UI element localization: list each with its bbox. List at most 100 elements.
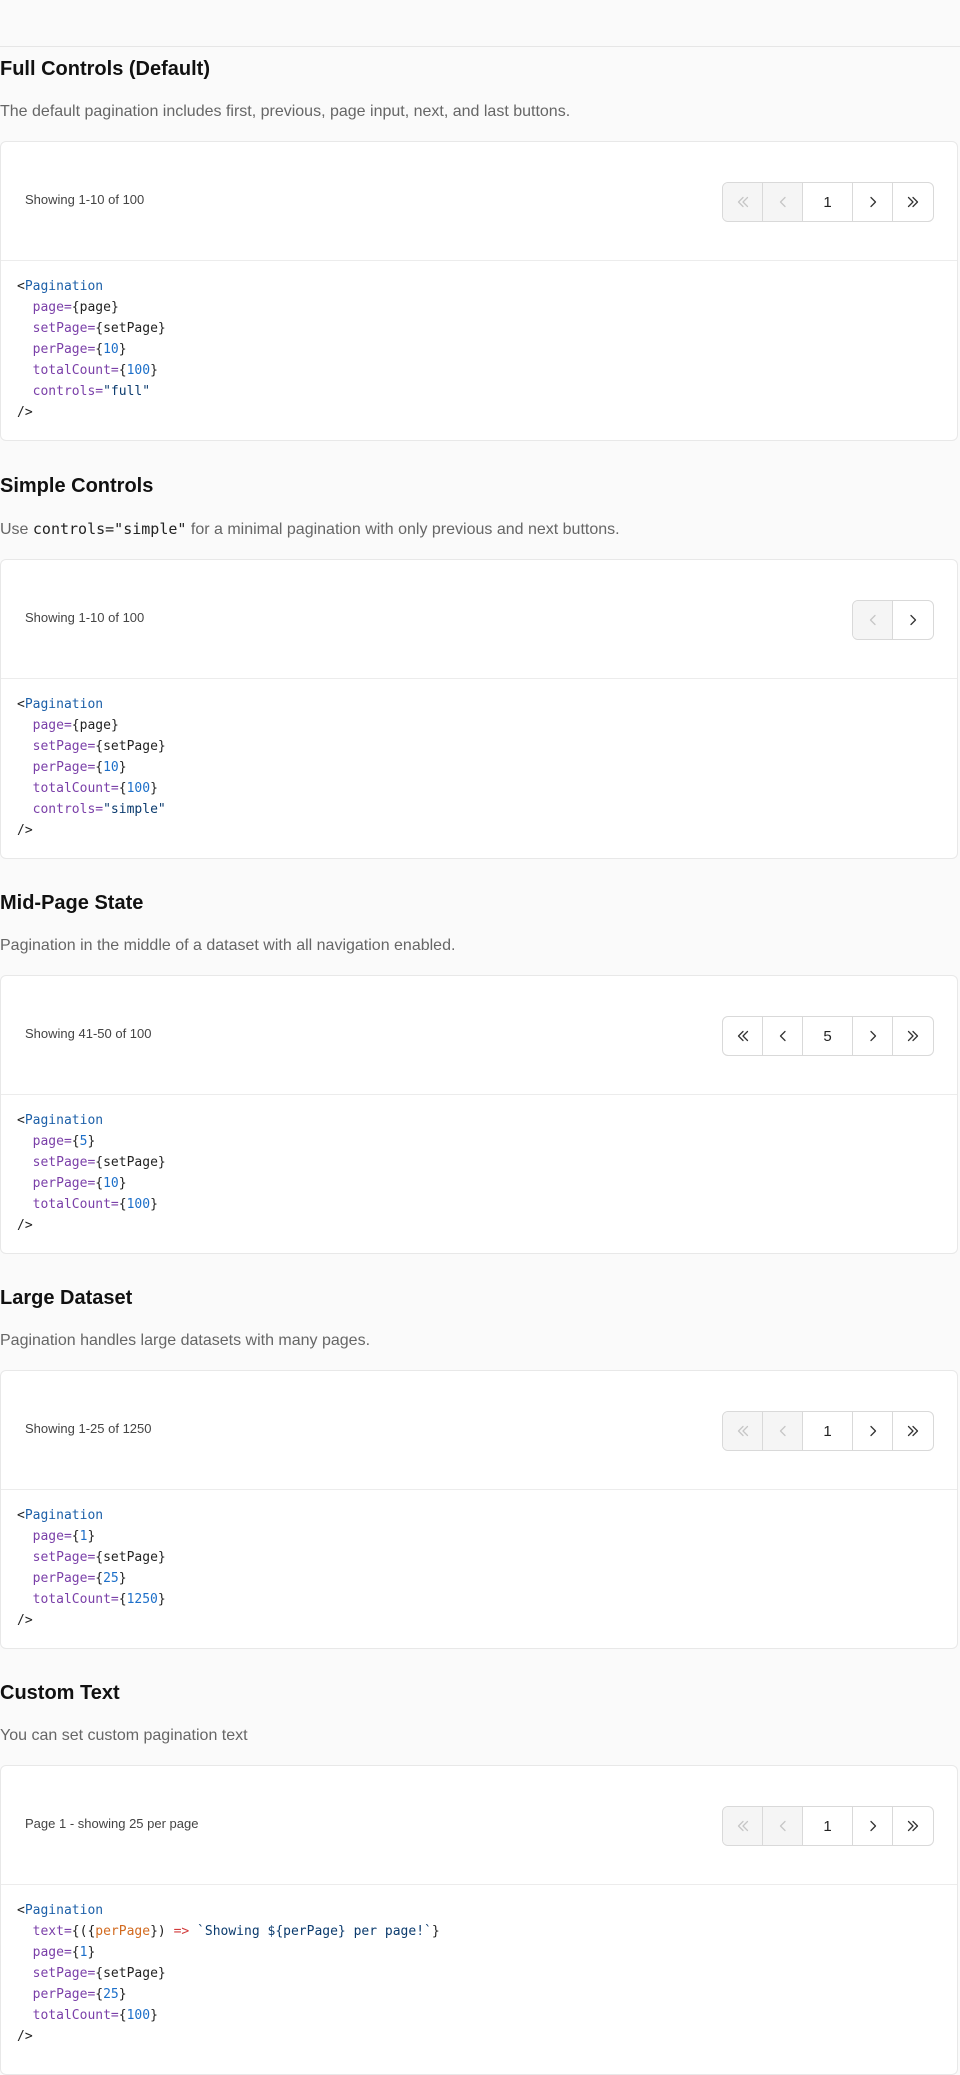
code-line: /> — [17, 823, 33, 838]
code-line: page={page} — [32, 718, 119, 733]
demo-area: Showing 41-50 of 100 5 — [1, 976, 957, 1095]
pagination-status: Showing 1-10 of 100 — [25, 610, 145, 625]
first-page-button[interactable] — [723, 183, 763, 221]
last-page-button[interactable] — [893, 183, 933, 221]
code-line: /> — [17, 405, 33, 420]
last-page-button[interactable] — [893, 1412, 933, 1450]
chevrons-right-icon — [907, 196, 919, 208]
code-line: controls="full" — [32, 384, 151, 399]
code-line: <Pagination — [17, 279, 104, 294]
code-line: /> — [17, 1613, 33, 1628]
code-line: controls="simple" — [32, 802, 166, 817]
code-line: perPage={25} — [32, 1987, 127, 2002]
code-line: <Pagination — [17, 1113, 104, 1128]
code-line: /> — [17, 2029, 33, 2044]
page-input[interactable]: 1 — [803, 1807, 853, 1845]
code-line: totalCount={100} — [32, 781, 158, 796]
chevrons-right-icon — [907, 1030, 919, 1042]
chevrons-right-icon — [907, 1425, 919, 1437]
last-page-button[interactable] — [893, 1017, 933, 1055]
demo-area: Showing 1-25 of 1250 1 — [1, 1371, 957, 1490]
section-description: You can set custom pagination text — [0, 1727, 248, 1744]
chevron-left-icon — [869, 614, 876, 626]
code-line: totalCount={100} — [32, 2008, 158, 2023]
example-card: Showing 41-50 of 100 5 <Pagination page=… — [0, 975, 958, 1254]
next-page-button[interactable] — [853, 1412, 893, 1450]
code-line: setPage={setPage} — [32, 321, 166, 336]
code-line: perPage={10} — [32, 342, 127, 357]
example-card: Page 1 - showing 25 per page 1 <Paginati… — [0, 1765, 958, 2075]
chevrons-left-icon — [737, 1425, 748, 1437]
code-snippet: <Pagination text={({perPage}) => `Showin… — [17, 1900, 440, 2047]
first-page-button[interactable] — [723, 1017, 763, 1055]
chevron-right-icon — [869, 1820, 876, 1832]
code-snippet: <Pagination page={1} setPage={setPage} p… — [17, 1505, 166, 1631]
previous-page-button[interactable] — [763, 1412, 803, 1450]
demo-area: Page 1 - showing 25 per page 1 — [1, 1766, 957, 1885]
page-input[interactable]: 1 — [803, 183, 853, 221]
code-line: totalCount={1250} — [32, 1592, 166, 1607]
example-card: Showing 1-25 of 1250 1 <Pagination page=… — [0, 1370, 958, 1649]
code-line: perPage={10} — [32, 760, 127, 775]
demo-area: Showing 1-10 of 100 1 — [1, 142, 957, 261]
section-description: The default pagination includes first, p… — [0, 103, 571, 120]
code-line: text={({perPage}) => `Showing ${perPage}… — [32, 1924, 440, 1939]
code-snippet: <Pagination page={page} setPage={setPage… — [17, 694, 166, 841]
section-title: Custom Text — [0, 1682, 120, 1704]
pagination: 5 — [722, 1016, 934, 1056]
chevron-right-icon — [869, 1425, 876, 1437]
code-line: perPage={10} — [32, 1176, 127, 1191]
example-card: Showing 1-10 of 100 <Pagination page={pa… — [0, 559, 958, 859]
pagination-status: Page 1 - showing 25 per page — [25, 1816, 199, 1831]
code-line: /> — [17, 1218, 33, 1233]
chevron-left-icon — [779, 196, 786, 208]
chevrons-left-icon — [737, 196, 748, 208]
section-description: Pagination in the middle of a dataset wi… — [0, 937, 456, 954]
chevron-right-icon — [869, 1030, 876, 1042]
code-line: <Pagination — [17, 1508, 104, 1523]
code-line: <Pagination — [17, 1903, 104, 1918]
code-snippet: <Pagination page={page} setPage={setPage… — [17, 276, 166, 423]
code-line: perPage={25} — [32, 1571, 127, 1586]
next-page-button[interactable] — [853, 183, 893, 221]
header-divider — [0, 46, 960, 47]
section-title: Mid-Page State — [0, 892, 144, 914]
code-snippet: <Pagination page={5} setPage={setPage} p… — [17, 1110, 166, 1236]
previous-page-button[interactable] — [763, 1017, 803, 1055]
code-line: <Pagination — [17, 697, 104, 712]
page-input[interactable]: 5 — [803, 1017, 853, 1055]
section-description: Use controls="simple" for a minimal pagi… — [0, 520, 620, 538]
page-input[interactable]: 1 — [803, 1412, 853, 1450]
chevrons-right-icon — [907, 1820, 919, 1832]
code-line: totalCount={100} — [32, 1197, 158, 1212]
pagination: 1 — [722, 182, 934, 222]
previous-page-button[interactable] — [853, 601, 893, 639]
code-line: totalCount={100} — [32, 363, 158, 378]
chevrons-left-icon — [737, 1820, 748, 1832]
chevron-right-icon — [869, 196, 876, 208]
code-line: page={1} — [32, 1529, 96, 1544]
section-title: Simple Controls — [0, 475, 154, 497]
section-description: Pagination handles large datasets with m… — [0, 1332, 371, 1349]
example-card: Showing 1-10 of 100 1 <Pagination page={… — [0, 141, 958, 441]
pagination: 1 — [722, 1411, 934, 1451]
chevron-right-icon — [910, 614, 917, 626]
chevron-left-icon — [779, 1425, 786, 1437]
code-line: page={page} — [32, 300, 119, 315]
pagination-status: Showing 41-50 of 100 — [25, 1026, 152, 1041]
code-line: setPage={setPage} — [32, 1155, 166, 1170]
first-page-button[interactable] — [723, 1412, 763, 1450]
code-line: page={5} — [32, 1134, 96, 1149]
pagination — [852, 600, 934, 640]
next-page-button[interactable] — [853, 1017, 893, 1055]
next-page-button[interactable] — [853, 1807, 893, 1845]
next-page-button[interactable] — [893, 601, 933, 639]
chevrons-left-icon — [737, 1030, 748, 1042]
last-page-button[interactable] — [893, 1807, 933, 1845]
demo-area: Showing 1-10 of 100 — [1, 560, 957, 679]
code-line: setPage={setPage} — [32, 739, 166, 754]
previous-page-button[interactable] — [763, 183, 803, 221]
chevron-left-icon — [779, 1030, 786, 1042]
previous-page-button[interactable] — [763, 1807, 803, 1845]
first-page-button[interactable] — [723, 1807, 763, 1845]
